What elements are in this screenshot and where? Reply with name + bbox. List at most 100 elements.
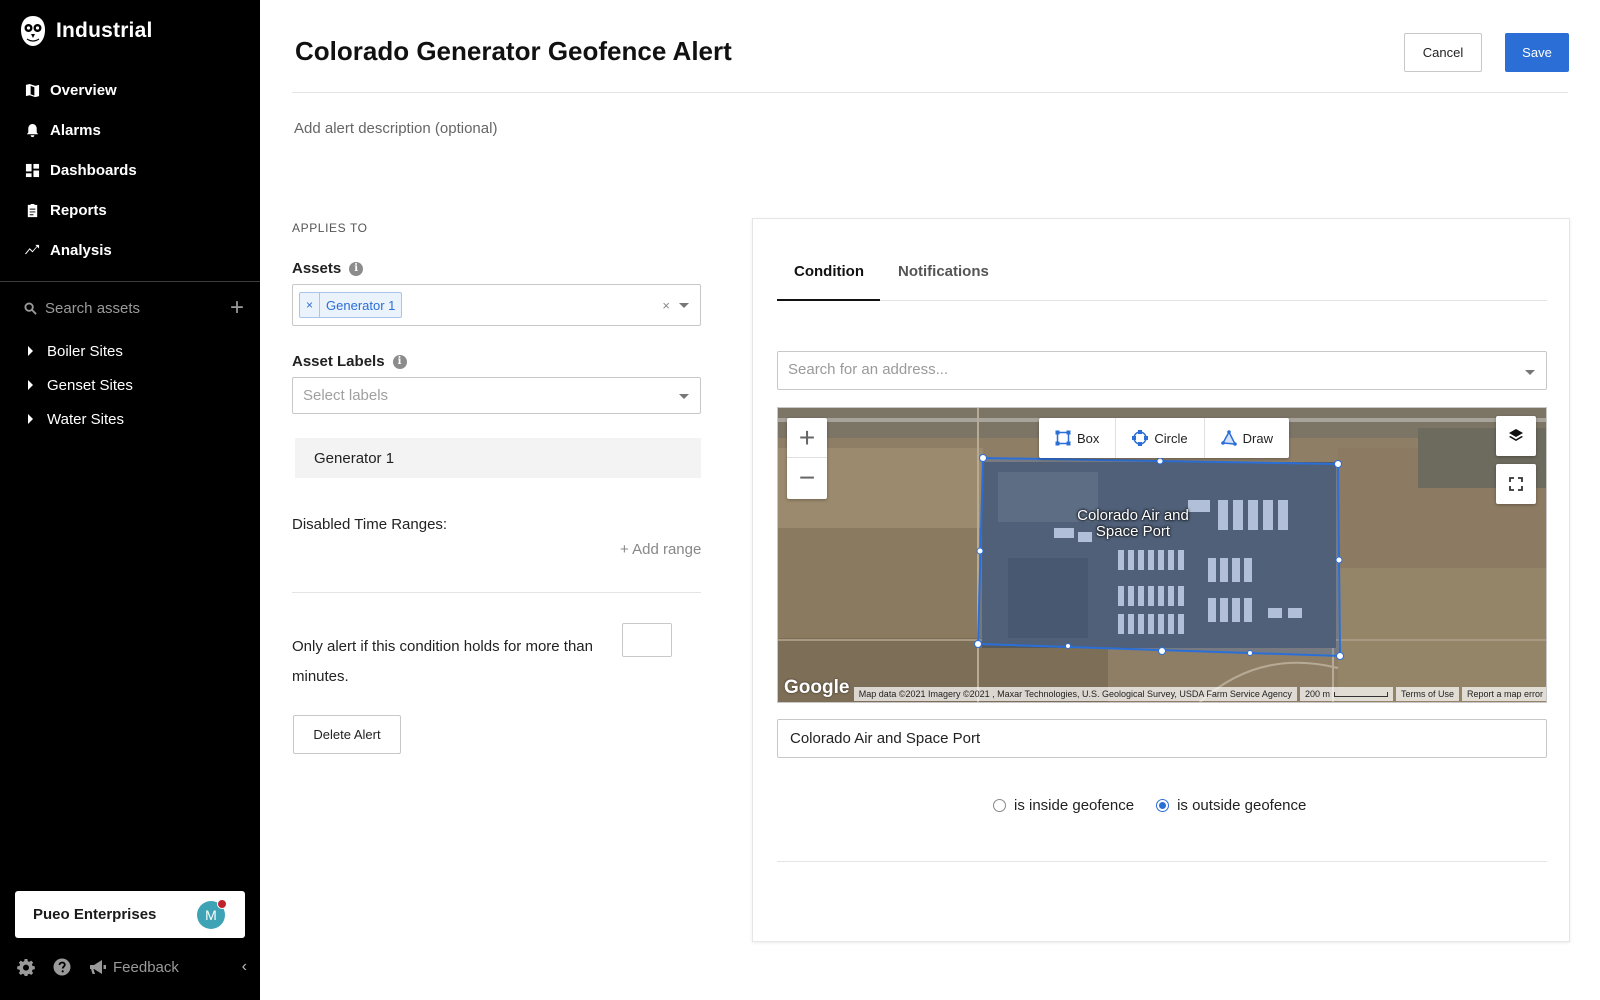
sidebar-footer: Feedback ‹: [17, 958, 247, 976]
circle-icon: [1132, 430, 1149, 446]
tree-item-label: Genset Sites: [47, 376, 133, 394]
search-icon: [24, 301, 37, 315]
box-icon: [1055, 430, 1071, 446]
asset-labels-placeholder: Select labels: [303, 387, 389, 404]
caret-right-icon: [28, 346, 33, 356]
org-switcher[interactable]: Pueo Enterprises M: [15, 891, 245, 938]
duration-minutes-input[interactable]: [622, 623, 672, 657]
asset-tree: Boiler Sites Genset Sites Water Sites: [0, 334, 260, 436]
nav-label: Analysis: [50, 241, 112, 259]
tab-notifications[interactable]: Notifications: [898, 263, 989, 280]
add-range-link[interactable]: + Add range: [620, 541, 701, 558]
nav-item-dashboards[interactable]: Dashboards: [0, 150, 260, 190]
nav-label: Overview: [50, 81, 117, 99]
radio-inside-geofence[interactable]: is inside geofence: [993, 797, 1134, 814]
asset-search-input[interactable]: [45, 299, 220, 317]
nav-item-reports[interactable]: Reports: [0, 190, 260, 230]
map-icon: [25, 83, 40, 97]
remove-chip-icon[interactable]: ×: [300, 293, 321, 317]
nav-item-alarms[interactable]: Alarms: [0, 110, 260, 150]
duration-text: Only alert if this condition holds for m…: [292, 638, 593, 685]
tree-item-label: Boiler Sites: [47, 342, 123, 360]
info-icon[interactable]: i: [349, 261, 364, 276]
clear-icon[interactable]: ×: [662, 298, 670, 313]
asset-search: +: [24, 296, 244, 320]
radio-unchecked: [993, 799, 1006, 812]
delete-alert-button[interactable]: Delete Alert: [293, 715, 401, 754]
layers-icon: [1509, 429, 1523, 441]
dashboard-icon: [25, 163, 40, 177]
radio-label: is inside geofence: [1014, 797, 1135, 814]
feedback-link[interactable]: Feedback: [89, 959, 179, 976]
sidebar-divider: [0, 281, 260, 282]
map-scale[interactable]: 200 m: [1299, 687, 1393, 701]
draw-tool-label: Circle: [1154, 430, 1188, 446]
gear-icon[interactable]: [17, 958, 35, 976]
place-name-input[interactable]: [777, 719, 1547, 758]
zoom-in-button[interactable]: +: [787, 418, 827, 458]
list-item: Generator 1: [295, 438, 701, 478]
bell-icon: [26, 123, 39, 137]
nav-label: Dashboards: [50, 161, 137, 179]
notification-dot: [217, 899, 227, 909]
map-place-label: Colorado Air and Space Port: [1077, 507, 1189, 540]
clipboard-icon: [27, 203, 38, 217]
tree-item-boiler-sites[interactable]: Boiler Sites: [0, 334, 260, 368]
draw-box-button[interactable]: Box: [1039, 418, 1117, 458]
nav-item-analysis[interactable]: Analysis: [0, 230, 260, 270]
address-search[interactable]: [777, 351, 1547, 390]
map-attribution-bar: Map data ©2021 Imagery ©2021 , Maxar Tec…: [778, 686, 1546, 702]
tree-item-genset-sites[interactable]: Genset Sites: [0, 368, 260, 402]
nav-item-overview[interactable]: Overview: [0, 70, 260, 110]
avatar-initial: M: [205, 907, 217, 923]
address-search-input[interactable]: [788, 361, 1488, 378]
help-icon[interactable]: [53, 958, 71, 976]
report-map-error-link[interactable]: Report a map error: [1461, 687, 1546, 701]
radio-checked: [1156, 799, 1170, 812]
zoom-control: + −: [787, 418, 827, 499]
sidebar: Industrial Overview Alarms Dashboards Re…: [0, 0, 260, 1000]
layers-button[interactable]: [1496, 416, 1536, 456]
draw-toolbar: Box Circle Draw: [1039, 418, 1289, 458]
terms-link[interactable]: Terms of Use: [1395, 687, 1459, 701]
fullscreen-button[interactable]: [1496, 464, 1536, 504]
asset-labels-label: Asset Labels i: [292, 353, 407, 370]
applies-to-label: APPLIES TO: [292, 221, 368, 235]
nav-label: Alarms: [50, 121, 101, 139]
fullscreen-icon: [1509, 477, 1523, 491]
geofence-condition-radios: is inside geofence is outside geofence: [993, 797, 1328, 814]
brand[interactable]: Industrial: [20, 14, 153, 48]
info-icon[interactable]: i: [392, 354, 407, 369]
avatar[interactable]: M: [197, 899, 227, 929]
tab-condition[interactable]: Condition: [794, 263, 864, 280]
owl-logo-icon: [21, 16, 45, 46]
disabled-ranges-label: Disabled Time Ranges:: [292, 516, 448, 533]
asset-labels-select[interactable]: Select labels: [292, 377, 701, 414]
chevron-down-icon: [1525, 370, 1535, 375]
map-view[interactable]: Colorado Air and Space Port + − Box Circ…: [777, 407, 1547, 703]
draw-polygon-button[interactable]: Draw: [1205, 418, 1289, 458]
tree-item-water-sites[interactable]: Water Sites: [0, 402, 260, 436]
trend-icon: [25, 244, 40, 254]
polygon-icon: [1220, 430, 1237, 446]
tab-bar: Condition Notifications: [777, 249, 1547, 301]
condition-panel: Condition Notifications Search for an ad…: [752, 218, 1570, 942]
save-button[interactable]: Save: [1505, 33, 1569, 72]
draw-circle-button[interactable]: Circle: [1116, 418, 1205, 458]
add-asset-icon[interactable]: +: [230, 296, 244, 320]
radio-outside-geofence[interactable]: is outside geofence: [1156, 797, 1306, 814]
chevron-down-icon: [679, 303, 689, 308]
caret-right-icon: [28, 414, 33, 424]
map-attribution: Map data ©2021 Imagery ©2021 , Maxar Tec…: [853, 687, 1297, 701]
page-title: Colorado Generator Geofence Alert: [295, 36, 732, 66]
alert-description-input[interactable]: [294, 120, 894, 137]
collapse-sidebar-icon[interactable]: ‹: [242, 958, 247, 976]
cancel-button[interactable]: Cancel: [1404, 33, 1482, 72]
nav-label: Reports: [50, 201, 107, 219]
map-scale-label: 200 m: [1304, 689, 1330, 699]
zoom-out-button[interactable]: −: [787, 458, 827, 498]
assets-label-text: Assets: [292, 260, 342, 277]
assets-select[interactable]: × Generator 1 ×: [292, 284, 701, 326]
megaphone-icon: [90, 960, 106, 974]
asset-chip: × Generator 1: [299, 292, 403, 318]
